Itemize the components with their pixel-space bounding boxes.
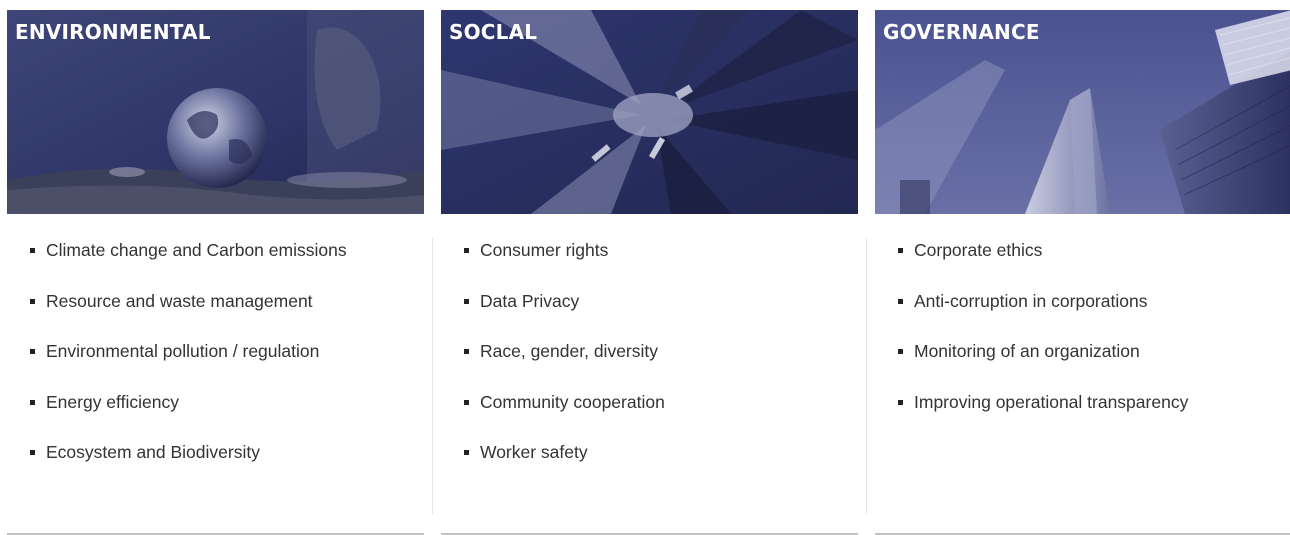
governance-banner: GOVERNANCE <box>875 10 1290 214</box>
bullet-icon <box>30 248 35 253</box>
list-item-text: Race, gender, diversity <box>480 341 659 361</box>
list-item: Monitoring of an organization <box>889 341 1188 392</box>
list-item: Improving operational transparency <box>889 392 1188 443</box>
bullet-icon <box>30 349 35 354</box>
list-item-text: Environmental pollution / regulation <box>46 341 320 361</box>
environmental-banner: ENVIRONMENTAL <box>7 10 424 214</box>
social-title: SOCLAL <box>449 20 538 44</box>
list-item-text: Worker safety <box>480 442 588 462</box>
bullet-icon <box>898 399 903 405</box>
list-item-text: Improving operational transparency <box>914 391 1189 412</box>
list-item: Energy efficiency <box>21 392 347 443</box>
list-item: Community cooperation <box>455 392 665 443</box>
bullet-icon <box>464 298 469 304</box>
list-item: Race, gender, diversity <box>455 341 665 392</box>
bullet-icon <box>898 298 903 304</box>
governance-title: GOVERNANCE <box>883 20 1040 44</box>
governance-list: Corporate ethics Anti-corruption in corp… <box>889 240 1188 442</box>
list-item: Worker safety <box>455 442 665 493</box>
environmental-list: Climate change and Carbon emissions Reso… <box>21 240 347 493</box>
list-item: Climate change and Carbon emissions <box>21 240 347 291</box>
list-item: Environmental pollution / regulation <box>21 341 347 392</box>
list-item: Corporate ethics <box>889 240 1188 291</box>
bullet-icon <box>464 349 469 354</box>
social-column: SOCLAL Consumer rights Data Privacy Race… <box>432 10 858 535</box>
bullet-icon <box>30 450 35 455</box>
list-item: Resource and waste management <box>21 291 347 342</box>
list-item-text: Corporate ethics <box>914 240 1043 260</box>
list-item: Consumer rights <box>455 240 665 291</box>
social-banner: SOCLAL <box>441 10 858 214</box>
list-item: Data Privacy <box>455 291 665 342</box>
bullet-icon <box>464 248 469 253</box>
list-item-text: Energy efficiency <box>46 391 179 412</box>
governance-column: GOVERNANCE Corporate ethics Anti-corrupt… <box>866 10 1290 535</box>
column-divider <box>432 238 433 514</box>
list-item-text: Consumer rights <box>480 240 609 260</box>
list-item: Ecosystem and Biodiversity <box>21 442 347 493</box>
environmental-column: ENVIRONMENTAL Climate change and Carbon … <box>7 10 424 535</box>
column-divider <box>866 238 867 514</box>
bullet-icon <box>464 399 469 405</box>
bullet-icon <box>464 450 469 455</box>
bullet-icon <box>30 399 35 405</box>
list-item-text: Monitoring of an organization <box>914 341 1140 361</box>
list-item-text: Anti-corruption in corporations <box>914 290 1148 311</box>
bullet-icon <box>30 298 35 304</box>
bullet-icon <box>898 248 903 253</box>
bullet-icon <box>898 349 903 354</box>
list-item-text: Ecosystem and Biodiversity <box>46 442 260 462</box>
list-item-text: Climate change and Carbon emissions <box>46 240 347 260</box>
environmental-title: ENVIRONMENTAL <box>15 20 211 44</box>
list-item-text: Resource and waste management <box>46 290 313 311</box>
list-item-text: Data Privacy <box>480 290 580 311</box>
list-item: Anti-corruption in corporations <box>889 291 1188 342</box>
social-list: Consumer rights Data Privacy Race, gende… <box>455 240 665 493</box>
list-item-text: Community cooperation <box>480 391 665 412</box>
